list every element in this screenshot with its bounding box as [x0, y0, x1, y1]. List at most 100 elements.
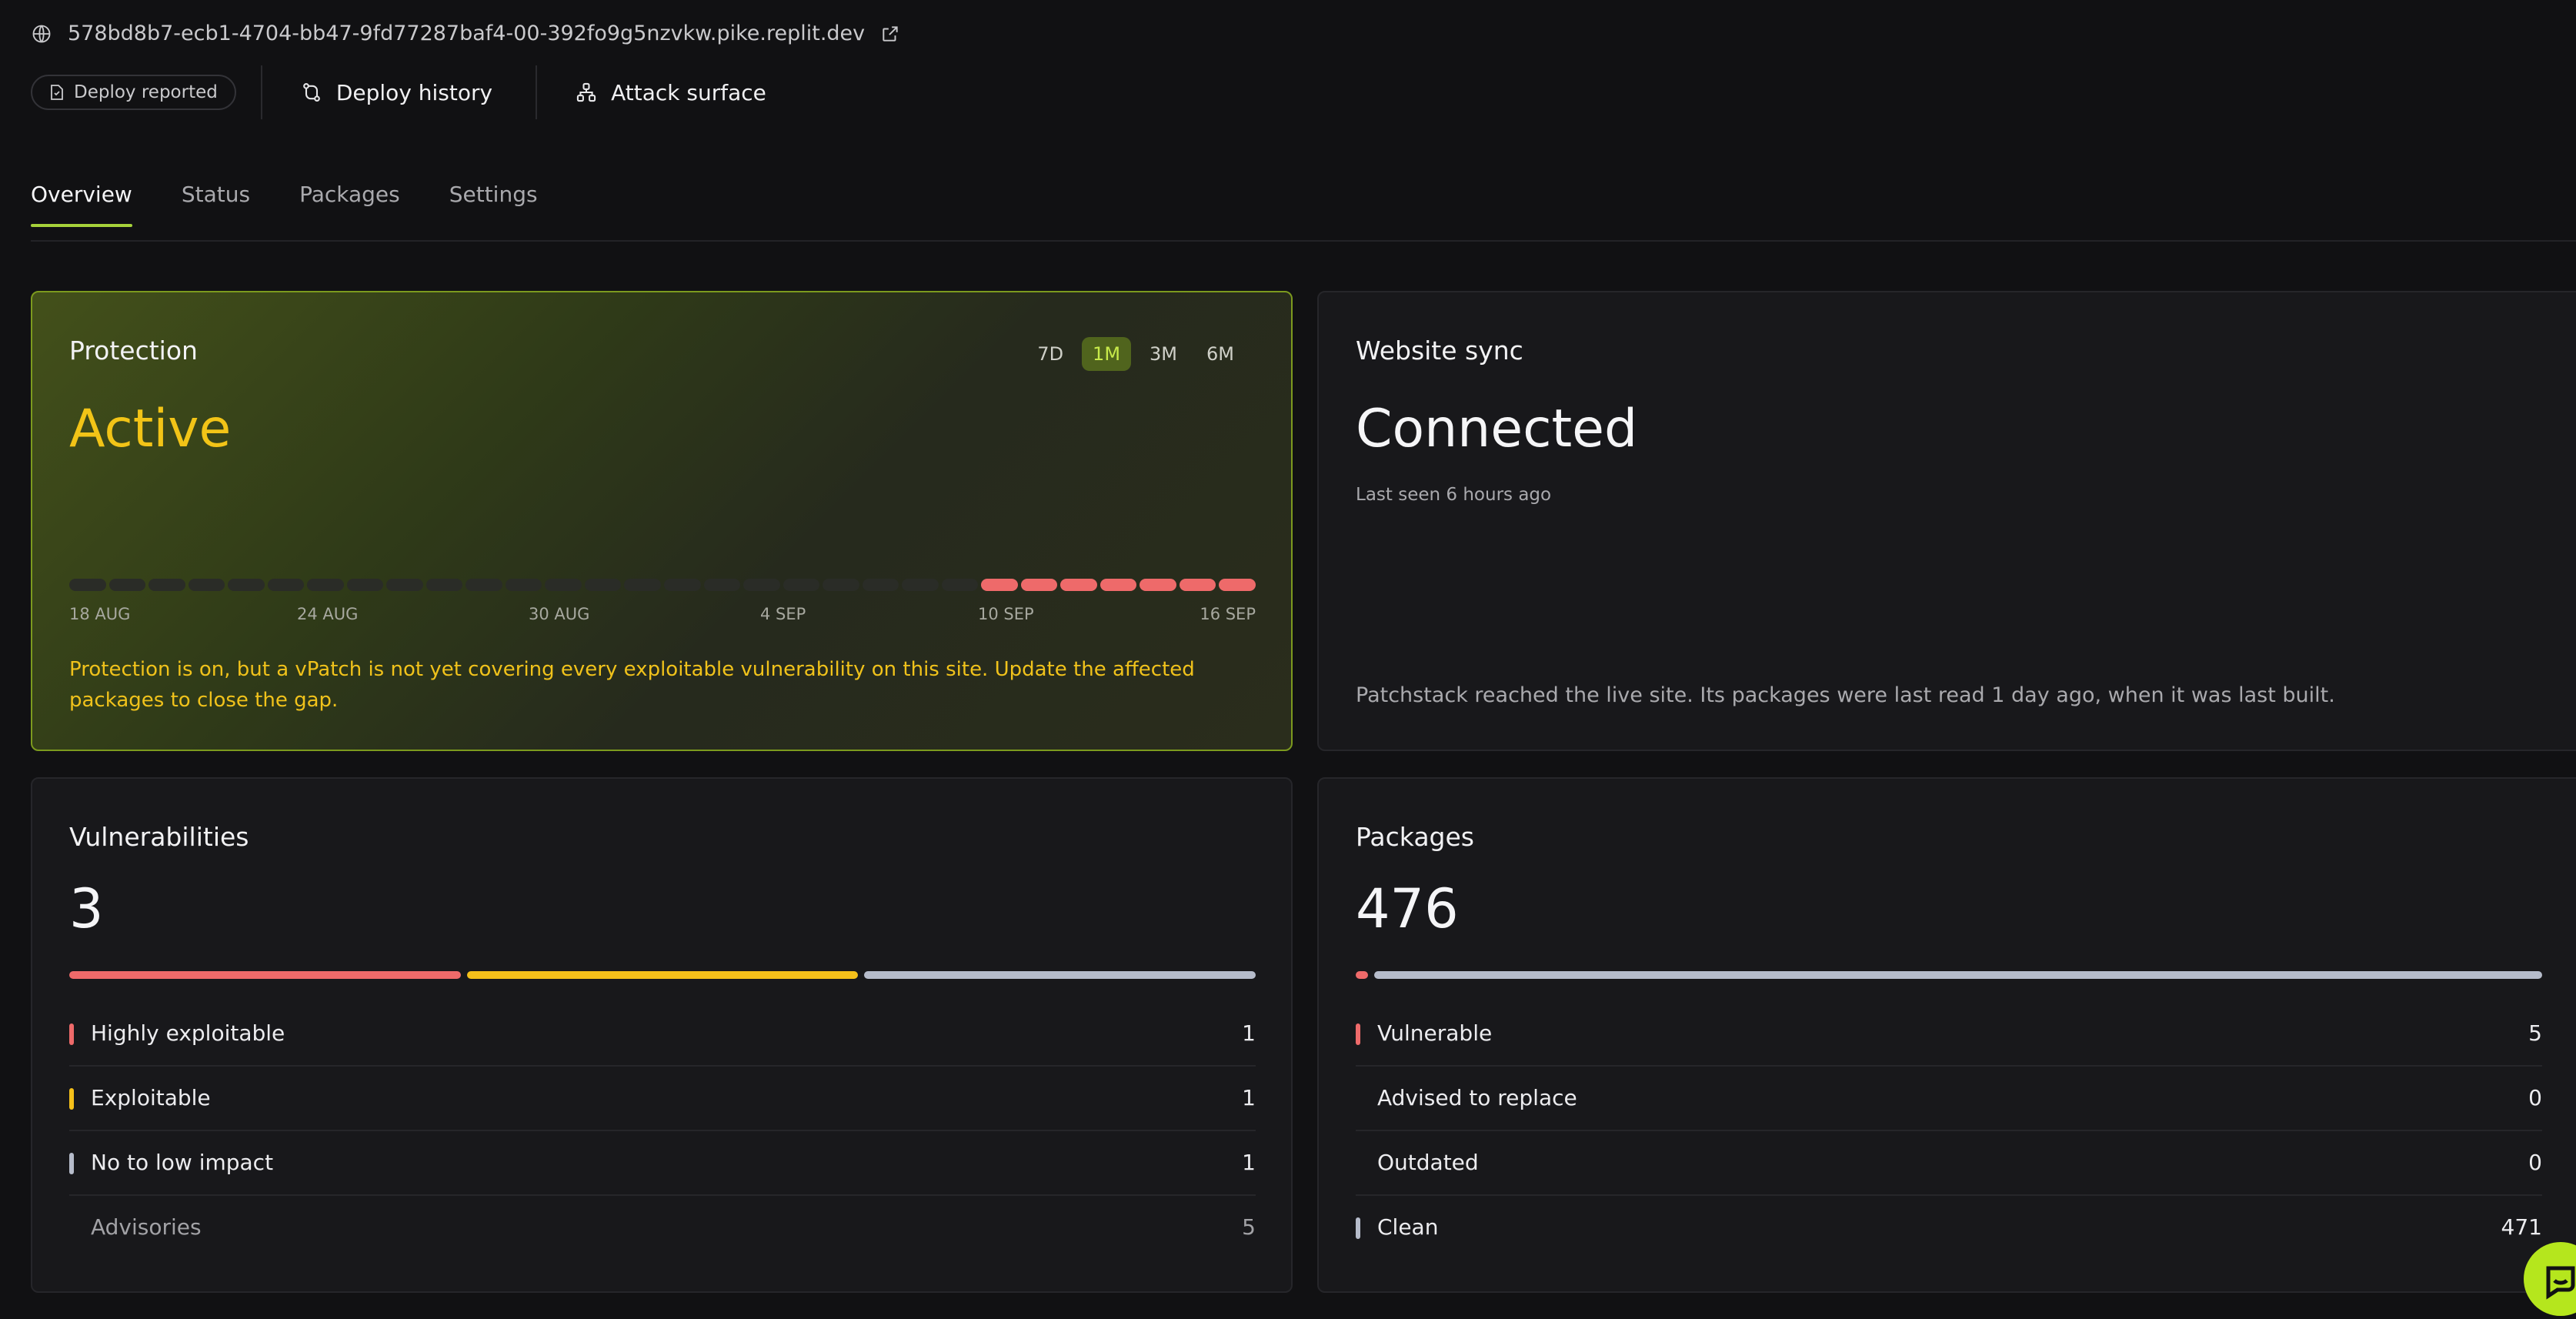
status-indicator	[1356, 1217, 1360, 1239]
vulnerable-segment	[1356, 971, 1368, 979]
protection-title: Protection	[69, 336, 198, 366]
vulnerabilities-card: Vulnerabilities 3 Highly exploitable 1 E…	[31, 777, 1293, 1293]
range-6m[interactable]: 6M	[1196, 337, 1245, 371]
timeline-day-segment	[425, 579, 463, 591]
deploy-history-label: Deploy history	[335, 79, 493, 105]
timeline-date: 10 SEP	[978, 605, 1034, 623]
timeline-day-segment	[663, 579, 701, 591]
timeline-date: 4 SEP	[760, 605, 806, 623]
timeline-day-segment	[545, 579, 582, 591]
timeline-day-segment	[902, 579, 939, 591]
packages-list: Vulnerable 5 Advised to replace 0 Outdat…	[1356, 1002, 2542, 1259]
timeline-day-segment	[188, 579, 225, 591]
protection-card: Protection 7D 1M 3M 6M Active 18 AUG 24 …	[31, 291, 1293, 751]
protection-status: Active	[69, 399, 232, 459]
timeline-date: 30 AUG	[529, 605, 590, 623]
range-1m[interactable]: 1M	[1082, 337, 1132, 371]
clean-segment	[1374, 971, 2542, 979]
deploy-history-button[interactable]: Deploy history	[301, 80, 492, 105]
timeline-day-segment	[823, 579, 859, 591]
timeline-day-segment	[307, 579, 344, 591]
timeline-day-segment	[743, 579, 780, 591]
tab-divider	[31, 240, 2576, 242]
timeline-day-segment	[465, 579, 502, 591]
timeline-day-segment	[505, 579, 542, 591]
divider	[260, 65, 262, 119]
row-label: Clean	[1377, 1214, 1439, 1240]
list-item[interactable]: Outdated 0	[1356, 1131, 2542, 1196]
row-value: 5	[2528, 1020, 2542, 1046]
timeline-day-segment	[1219, 579, 1256, 591]
timeline-day-segment	[1179, 579, 1216, 591]
timeline-day-segment	[228, 579, 265, 591]
vulnerabilities-count: 3	[69, 877, 104, 940]
timeline-day-segment	[703, 579, 741, 591]
deploy-reported-badge: Deploy reported	[31, 75, 236, 110]
list-item[interactable]: Highly exploitable 1	[69, 1002, 1256, 1067]
chat-launcher-button[interactable]	[2524, 1242, 2576, 1316]
timeline-day-segment	[267, 579, 305, 591]
protection-timeline	[69, 579, 1256, 591]
timeline-day-segment	[148, 579, 185, 591]
range-3m[interactable]: 3M	[1139, 337, 1188, 371]
sync-status: Connected	[1356, 399, 1638, 459]
chat-icon	[2546, 1266, 2575, 1300]
attack-surface-button[interactable]: Attack surface	[576, 80, 766, 105]
packages-title: Packages	[1356, 822, 1474, 852]
tab-status[interactable]: Status	[182, 182, 250, 225]
vulnerabilities-distribution-bar	[69, 971, 1256, 979]
severity-indicator	[69, 1023, 74, 1045]
severity-indicator	[69, 1088, 74, 1110]
tab-bar: Overview Status Packages Settings	[31, 182, 538, 227]
site-url-bar: 578bd8b7-ecb1-4704-bb47-9fd77287baf4-00-…	[31, 22, 900, 45]
row-label: Advisories	[91, 1214, 202, 1240]
website-sync-card: Website sync Connected Last seen 6 hours…	[1317, 291, 2576, 751]
site-url: 578bd8b7-ecb1-4704-bb47-9fd77287baf4-00-…	[68, 22, 866, 45]
timeline-day-segment	[1140, 579, 1176, 591]
row-value: 1	[1242, 1150, 1256, 1175]
row-label: Exploitable	[91, 1085, 211, 1110]
tab-packages[interactable]: Packages	[299, 182, 400, 225]
packages-distribution-bar	[1356, 971, 2542, 979]
timeline-day-segment	[1020, 579, 1058, 591]
vulnerabilities-title: Vulnerabilities	[69, 822, 249, 852]
list-item[interactable]: Advisories 5	[69, 1196, 1256, 1259]
network-icon	[576, 82, 596, 102]
list-item[interactable]: Advised to replace 0	[1356, 1067, 2542, 1131]
site-actions: Deploy reported Deploy history Attack su…	[31, 65, 766, 119]
timeline-date: 24 AUG	[297, 605, 359, 623]
row-label: Advised to replace	[1377, 1085, 1577, 1110]
deploy-reported-label: Deploy reported	[74, 82, 218, 102]
globe-icon	[32, 25, 51, 42]
last-seen: Last seen 6 hours ago	[1356, 485, 1552, 505]
timeline-day-segment	[1060, 579, 1097, 591]
severity-indicator	[69, 1153, 74, 1174]
timeline-day-segment	[941, 579, 979, 591]
timeline-day-segment	[782, 579, 820, 591]
row-value: 0	[2528, 1150, 2542, 1175]
range-selector: 7D 1M 3M 6M	[1026, 337, 1245, 371]
row-value: 471	[2501, 1214, 2542, 1240]
list-item[interactable]: Exploitable 1	[69, 1067, 1256, 1131]
timeline-day-segment	[108, 579, 146, 591]
exploitable-segment	[466, 971, 859, 979]
tab-settings[interactable]: Settings	[449, 182, 538, 225]
timeline-date: 18 AUG	[69, 605, 131, 623]
sync-title: Website sync	[1356, 336, 1523, 366]
list-item[interactable]: Vulnerable 5	[1356, 1002, 2542, 1067]
timeline-dates: 18 AUG 24 AUG 30 AUG 4 SEP 10 SEP 16 SEP	[69, 605, 1256, 628]
tab-overview[interactable]: Overview	[31, 182, 132, 227]
git-compare-icon	[302, 82, 320, 102]
external-link-icon[interactable]	[880, 24, 900, 44]
packages-count: 476	[1356, 877, 1459, 940]
list-item[interactable]: No to low impact 1	[69, 1131, 1256, 1196]
document-icon	[51, 85, 63, 100]
list-item[interactable]: Clean 471	[1356, 1196, 2542, 1259]
highly-exploitable-segment	[69, 971, 461, 979]
row-label: Highly exploitable	[91, 1020, 285, 1046]
timeline-day-segment	[386, 579, 423, 591]
timeline-day-segment	[584, 579, 622, 591]
range-7d[interactable]: 7D	[1026, 337, 1074, 371]
row-label: No to low impact	[91, 1150, 274, 1175]
divider	[536, 65, 538, 119]
